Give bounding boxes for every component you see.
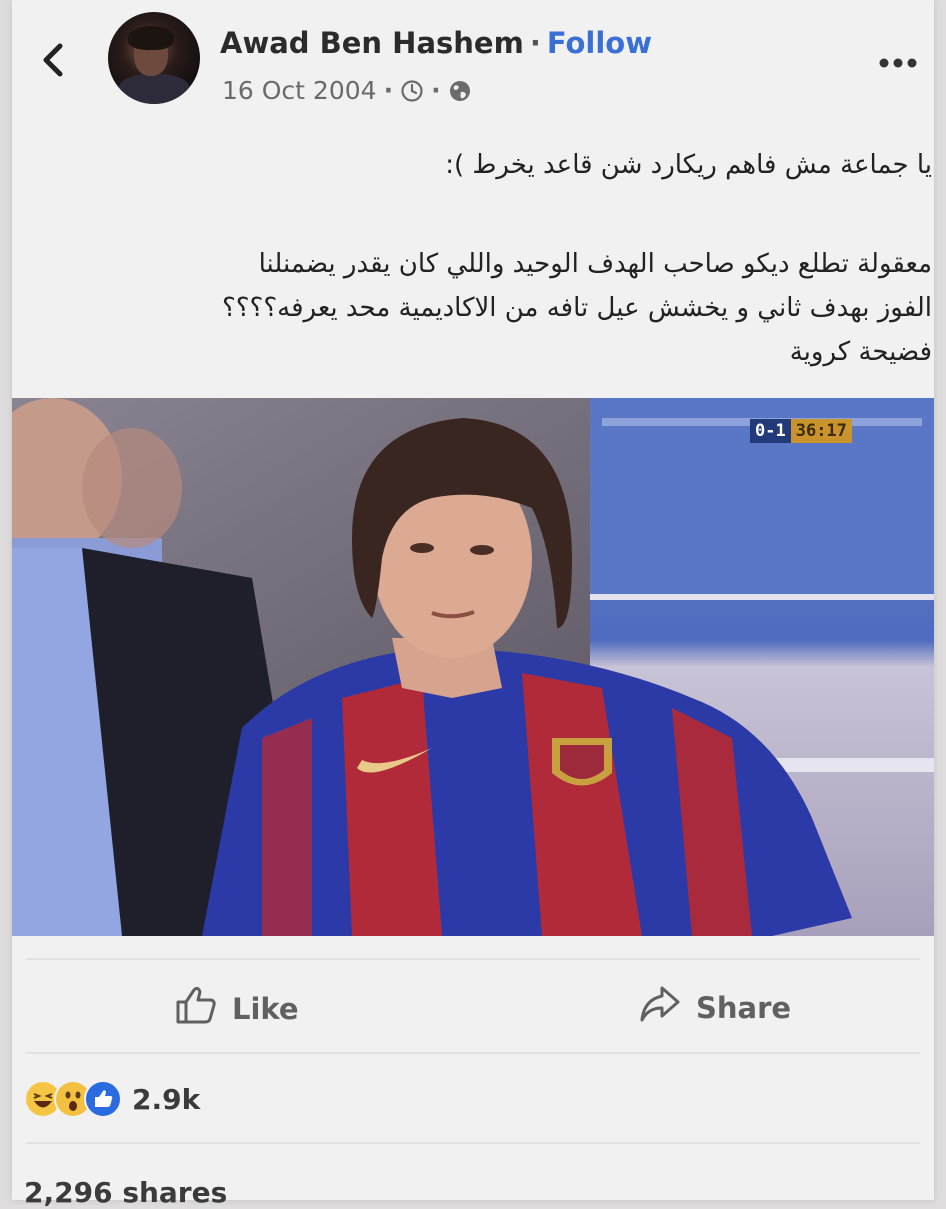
like-reaction-icon xyxy=(84,1080,122,1118)
reactions-summary[interactable]: 2.9k xyxy=(24,1080,200,1118)
post-text-line: الفوز بهدف ثاني و يخشش عيل تافه من الاكا… xyxy=(221,293,932,323)
like-button[interactable]: Like xyxy=(174,984,299,1033)
share-arrow-icon xyxy=(638,984,696,1031)
reaction-count: 2.9k xyxy=(132,1082,201,1116)
separator-dot: · xyxy=(383,76,394,105)
thumbs-up-icon xyxy=(174,984,232,1033)
separator-dot: · xyxy=(431,76,441,105)
more-options-icon[interactable] xyxy=(878,54,918,73)
match-score: 0-1 xyxy=(750,419,791,443)
post-text-paragraph: معقولة تطلع ديكو صاحب الهدف الوحيد واللي… xyxy=(52,242,932,374)
chevron-left-icon[interactable] xyxy=(34,36,74,84)
post-date[interactable]: 16 Oct 2004 xyxy=(222,76,377,105)
divider xyxy=(26,1052,920,1054)
post-text-line: فضيحة كروية xyxy=(789,337,932,367)
follow-button[interactable]: Follow xyxy=(547,26,652,60)
player-photo-illustration xyxy=(12,398,934,936)
separator-dot: · xyxy=(529,26,541,60)
like-label: Like xyxy=(232,991,299,1026)
share-button[interactable]: Share xyxy=(638,984,791,1031)
globe-icon xyxy=(448,79,472,103)
post-text-line: معقولة تطلع ديكو صاحب الهدف الوحيد واللي… xyxy=(258,249,932,279)
post-card: Awad Ben Hashem · Follow 16 Oct 2004 · · ي… xyxy=(12,0,934,1209)
author-name[interactable]: Awad Ben Hashem xyxy=(220,26,524,60)
post-photo[interactable]: 0-1 36:17 xyxy=(12,398,934,936)
match-clock: 36:17 xyxy=(790,419,852,443)
share-label: Share xyxy=(696,990,792,1025)
author-line: Awad Ben Hashem · Follow xyxy=(220,26,652,60)
scoreboard-overlay: 0-1 36:17 xyxy=(750,419,852,443)
shares-count[interactable]: 2,296 shares xyxy=(24,1176,227,1209)
post-text-line: يا جماعة مش فاهم ريكارد شن قاعد يخرط ): xyxy=(445,150,932,180)
avatar[interactable] xyxy=(108,12,200,104)
post-meta: 16 Oct 2004 · · xyxy=(222,76,472,105)
clock-icon xyxy=(400,79,424,103)
divider xyxy=(26,958,920,960)
divider xyxy=(26,1142,920,1144)
